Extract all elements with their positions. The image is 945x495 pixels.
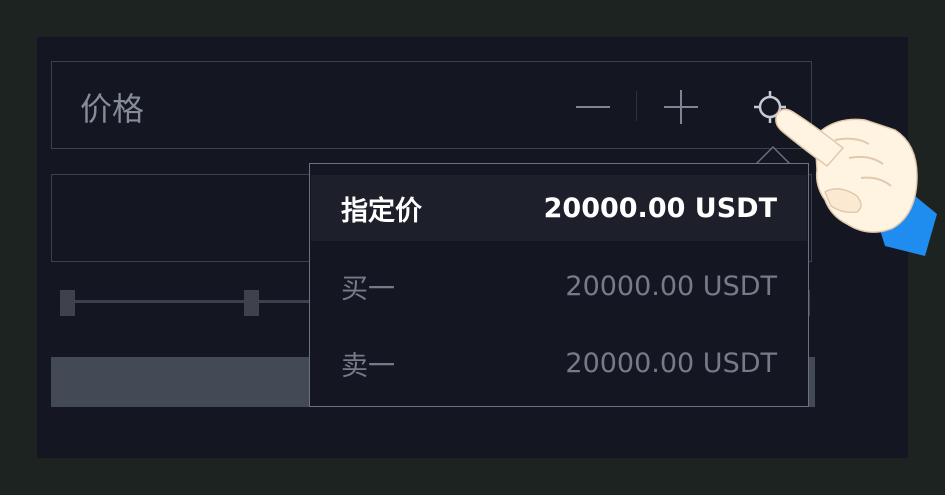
stepper-divider (636, 91, 637, 121)
option-label: 买一 (341, 273, 395, 305)
price-input-field[interactable]: 价格 (51, 61, 812, 149)
option-label: 指定价 (341, 195, 422, 227)
increase-price-button[interactable] (664, 90, 698, 124)
decrease-price-button[interactable] (576, 106, 610, 108)
option-value: 20000.00 USDT (543, 192, 777, 224)
option-value: 20000.00 USDT (565, 270, 777, 302)
slider-knob-0[interactable] (60, 290, 75, 316)
price-type-dropdown: 指定价 20000.00 USDT 买一 20000.00 USDT 卖一 20… (309, 163, 809, 407)
option-specified-price[interactable]: 指定价 20000.00 USDT (311, 175, 807, 241)
option-label: 卖一 (341, 350, 395, 382)
price-label: 价格 (80, 90, 145, 128)
option-value: 20000.00 USDT (565, 347, 777, 379)
slider-knob-25[interactable] (244, 290, 259, 316)
option-best-bid[interactable]: 买一 20000.00 USDT (311, 253, 807, 319)
pointing-hand-icon (775, 108, 937, 256)
option-best-ask[interactable]: 卖一 20000.00 USDT (311, 330, 807, 396)
